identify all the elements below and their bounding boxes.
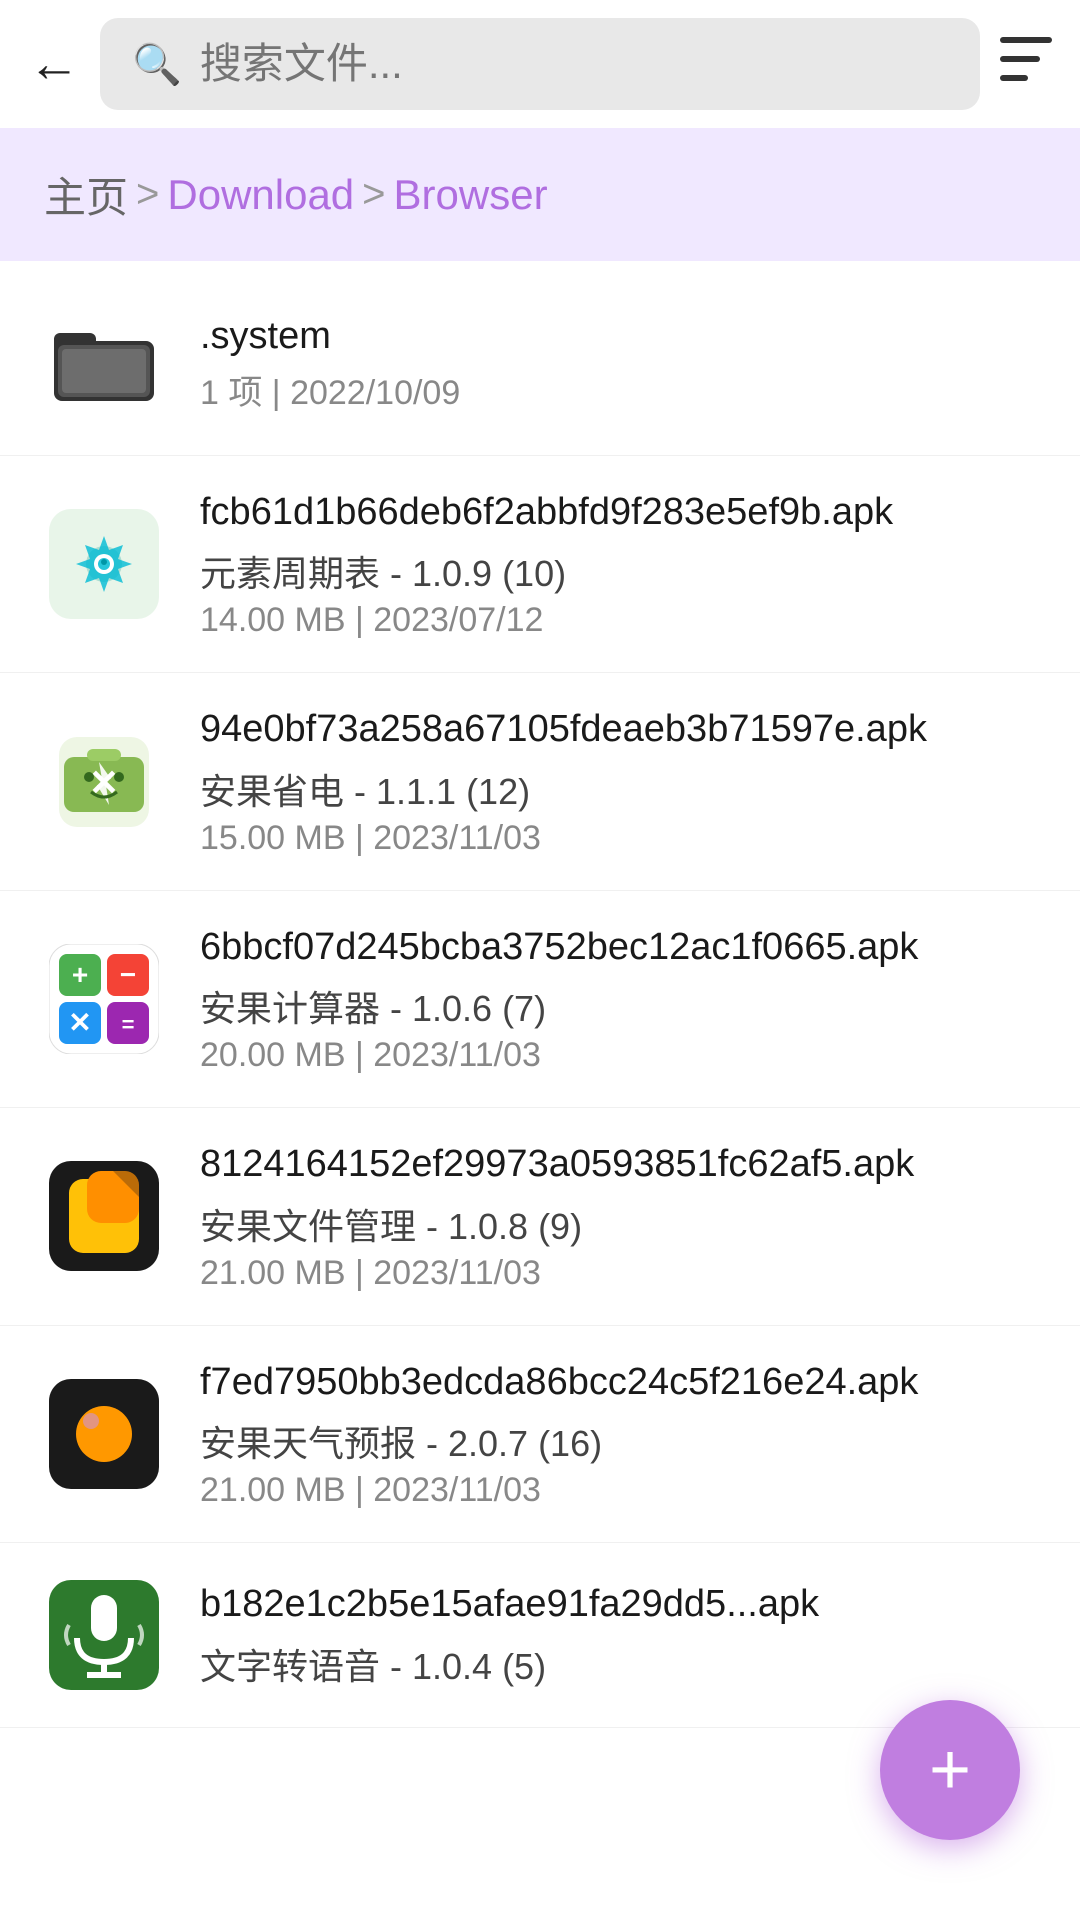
- file-info: 94e0bf73a258a67105fdeaeb3b71597e.apk 安果省…: [200, 705, 1036, 857]
- file-info: b182e1c2b5e15afae91fa29dd5...apk 文字转语音 -…: [200, 1580, 1036, 1689]
- search-input[interactable]: [200, 40, 948, 88]
- file-info: 8124164152ef29973a0593851fc62af5.apk 安果文…: [200, 1140, 1036, 1292]
- svg-text:+: +: [72, 959, 88, 990]
- sort-button[interactable]: [1000, 34, 1052, 94]
- list-item[interactable]: 8124164152ef29973a0593851fc62af5.apk 安果文…: [0, 1108, 1080, 1325]
- file-list: .system 1 项 | 2022/10/09 fcb61d1b: [0, 261, 1080, 1738]
- list-item[interactable]: fcb61d1b66deb6f2abbfd9f283e5ef9b.apk 元素周…: [0, 456, 1080, 673]
- svg-text:−: −: [120, 959, 136, 990]
- file-name: 94e0bf73a258a67105fdeaeb3b71597e.apk: [200, 705, 1036, 754]
- file-sub: 元素周期表 - 1.0.9 (10): [200, 545, 1036, 597]
- file-info: .system 1 项 | 2022/10/09: [200, 312, 1036, 414]
- file-name: .system: [200, 312, 1036, 361]
- fab-button[interactable]: +: [880, 1700, 1020, 1840]
- file-sub: 安果计算器 - 1.0.6 (7): [200, 980, 1036, 1032]
- list-item[interactable]: ✕ 94e0bf73a258a67105fdeaeb3b71597e.apk 安…: [0, 673, 1080, 890]
- file-sub: 安果天气预报 - 2.0.7 (16): [200, 1415, 1036, 1467]
- file-meta: 14.00 MB | 2023/07/12: [200, 601, 1036, 640]
- file-sub: 安果省电 - 1.1.1 (12): [200, 763, 1036, 815]
- svg-text:✕: ✕: [68, 1007, 91, 1038]
- list-item[interactable]: .system 1 项 | 2022/10/09: [0, 271, 1080, 456]
- app-icon-calc: + − ✕ =: [44, 939, 164, 1059]
- file-name: fcb61d1b66deb6f2abbfd9f283e5ef9b.apk: [200, 488, 1036, 537]
- search-icon: 🔍: [132, 41, 182, 88]
- breadcrumb-current: Browser: [394, 171, 548, 219]
- file-meta: 15.00 MB | 2023/11/03: [200, 819, 1036, 858]
- breadcrumb-sep1: >: [136, 172, 159, 217]
- file-meta: 21.00 MB | 2023/11/03: [200, 1471, 1036, 1510]
- file-sub: 文字转语音 - 1.0.4 (5): [200, 1638, 1036, 1690]
- search-bar[interactable]: 🔍: [100, 18, 980, 110]
- folder-icon: [44, 303, 164, 423]
- breadcrumb-sep2: >: [362, 172, 385, 217]
- svg-text:=: =: [122, 1012, 135, 1037]
- app-icon-files: [44, 1156, 164, 1276]
- app-icon-battery: ✕: [44, 722, 164, 842]
- list-item[interactable]: f7ed7950bb3edcda86bcc24c5f216e24.apk 安果天…: [0, 1326, 1080, 1543]
- file-meta: 21.00 MB | 2023/11/03: [200, 1254, 1036, 1293]
- header: ← 🔍: [0, 0, 1080, 128]
- app-icon-fdroid: [44, 504, 164, 624]
- breadcrumb-home[interactable]: 主页: [44, 164, 128, 225]
- file-name: 6bbcf07d245bcba3752bec12ac1f0665.apk: [200, 923, 1036, 972]
- app-icon-voice: [44, 1575, 164, 1695]
- file-name: b182e1c2b5e15afae91fa29dd5...apk: [200, 1580, 1036, 1629]
- file-name: 8124164152ef29973a0593851fc62af5.apk: [200, 1140, 1036, 1189]
- file-info: 6bbcf07d245bcba3752bec12ac1f0665.apk 安果计…: [200, 923, 1036, 1075]
- back-button[interactable]: ←: [28, 38, 80, 90]
- list-item[interactable]: + − ✕ = 6bbcf07d245bcba3752bec12ac1f0665…: [0, 891, 1080, 1108]
- app-icon-weather: [44, 1374, 164, 1494]
- file-name: f7ed7950bb3edcda86bcc24c5f216e24.apk: [200, 1358, 1036, 1407]
- file-info: fcb61d1b66deb6f2abbfd9f283e5ef9b.apk 元素周…: [200, 488, 1036, 640]
- list-item[interactable]: b182e1c2b5e15afae91fa29dd5...apk 文字转语音 -…: [0, 1543, 1080, 1728]
- breadcrumb: 主页 > Download > Browser: [0, 128, 1080, 261]
- file-info: f7ed7950bb3edcda86bcc24c5f216e24.apk 安果天…: [200, 1358, 1036, 1510]
- file-sub: 安果文件管理 - 1.0.8 (9): [200, 1198, 1036, 1250]
- fab-plus-icon: +: [929, 1734, 971, 1806]
- breadcrumb-download[interactable]: Download: [167, 171, 354, 219]
- file-meta: 1 项 | 2022/10/09: [200, 365, 1036, 414]
- file-meta: 20.00 MB | 2023/11/03: [200, 1036, 1036, 1075]
